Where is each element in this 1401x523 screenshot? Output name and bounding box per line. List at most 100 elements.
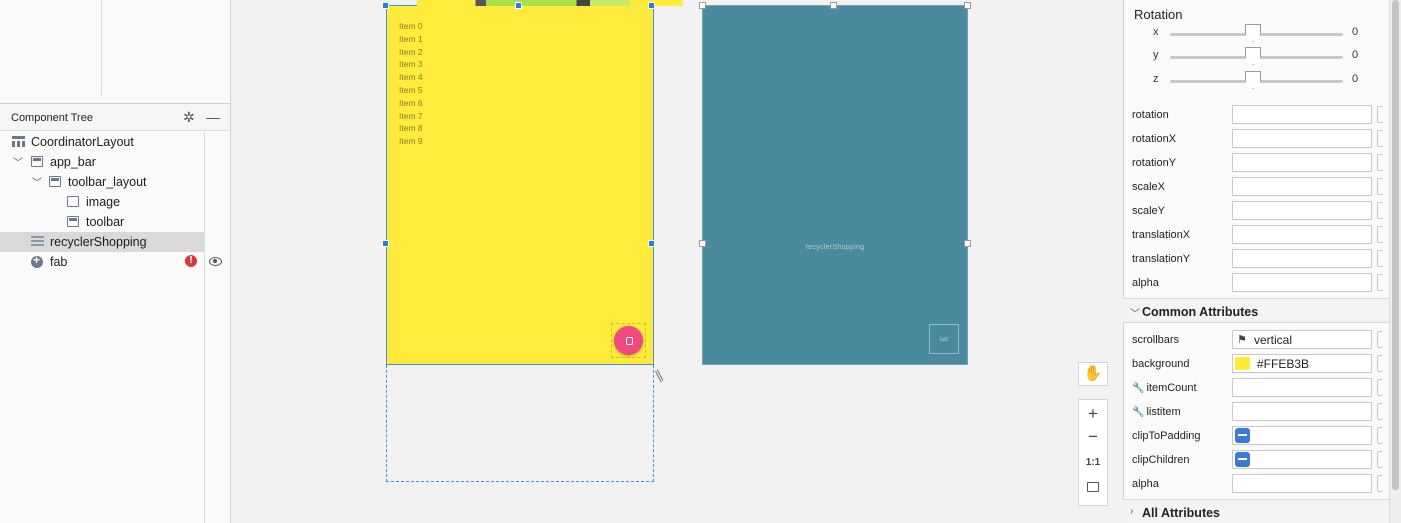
attributes-scroll-thumb[interactable] — [1392, 0, 1399, 490]
slider-axis-label: y — [1153, 49, 1159, 61]
toggle-indeterminate-icon[interactable] — [1235, 428, 1250, 443]
section-title: Common Attributes — [1142, 305, 1259, 319]
slider-thumb[interactable] — [1245, 71, 1261, 89]
wrench-icon: 🔧 — [1132, 407, 1145, 418]
tree-item-recyclershopping[interactable]: recyclerShopping — [0, 232, 204, 252]
prop-resource-picker[interactable] — [1377, 331, 1383, 348]
blueprint-surface[interactable]: recyclerShopping fab — [702, 5, 968, 365]
chevron-down-icon[interactable]: ﹀ — [13, 154, 23, 169]
blueprint-handle-top-left[interactable] — [699, 2, 706, 9]
prop-input[interactable] — [1232, 402, 1372, 421]
scrollbars-dropdown[interactable]: ⚑ vertical — [1232, 330, 1372, 349]
zoom-in-button[interactable]: + — [1079, 404, 1107, 424]
prop-input[interactable] — [1232, 201, 1372, 220]
blueprint-handle-top[interactable] — [830, 2, 837, 9]
eye-icon[interactable] — [209, 257, 222, 266]
prop-label: scrollbars — [1132, 334, 1180, 346]
slider-thumb[interactable] — [1245, 47, 1261, 65]
rotation-x-slider[interactable]: x 0 — [1123, 24, 1389, 44]
prop-resource-picker[interactable] — [1377, 379, 1383, 396]
resize-handle-left[interactable] — [382, 240, 389, 247]
resize-handle-top[interactable] — [515, 2, 522, 9]
blueprint-handle-right[interactable] — [964, 240, 971, 247]
tree-item-image[interactable]: image — [0, 192, 204, 212]
flag-icon: ⚑ — [1237, 334, 1247, 346]
prop-translationy: translationY — [1123, 247, 1389, 271]
blueprint-handle-left[interactable] — [699, 240, 706, 247]
tree-item-toolbar-layout[interactable]: ﹀ toolbar_layout — [0, 172, 204, 192]
prop-resource-picker[interactable] — [1377, 355, 1383, 372]
pan-hand-icon[interactable]: ✋ — [1078, 362, 1108, 386]
blueprint-handle-top-right[interactable] — [964, 2, 971, 9]
prop-label: scaleY — [1132, 205, 1166, 217]
scrollbars-value: vertical — [1254, 333, 1293, 347]
prop-resource-picker[interactable] — [1377, 202, 1383, 219]
prop-resource-picker[interactable] — [1377, 475, 1383, 492]
design-canvas[interactable]: Item 0 Item 1 Item 2 Item 3 Item 4 Item … — [231, 0, 1123, 523]
error-icon[interactable]: ! — [185, 255, 197, 267]
prop-resource-picker[interactable] — [1377, 154, 1383, 171]
fab-button[interactable] — [614, 326, 643, 355]
minimize-icon[interactable]: — — [206, 109, 220, 125]
prop-itemcount: 🔧 itemCount — [1123, 376, 1389, 400]
prop-resource-picker[interactable] — [1377, 427, 1383, 444]
cliptopadding-toggle-field[interactable] — [1232, 426, 1372, 445]
slider-value: 0 — [1352, 49, 1359, 61]
slider-value: 0 — [1352, 26, 1359, 38]
chevron-right-icon[interactable]: › — [1130, 506, 1133, 517]
prop-input[interactable] — [1232, 105, 1372, 124]
chevron-down-icon[interactable]: ﹀ — [1130, 305, 1140, 320]
prop-resource-picker[interactable] — [1377, 178, 1383, 195]
recycler-item-list: Item 0 Item 1 Item 2 Item 3 Item 4 Item … — [399, 20, 423, 148]
prop-input[interactable] — [1232, 129, 1372, 148]
zoom-out-button[interactable]: − — [1079, 427, 1107, 447]
resize-handle-top-right[interactable] — [648, 2, 655, 9]
resize-handle-top-left[interactable] — [382, 2, 389, 9]
prop-resource-picker[interactable] — [1377, 250, 1383, 267]
rotation-z-slider[interactable]: z 0 — [1123, 71, 1389, 91]
background-input[interactable]: #FFEB3B — [1232, 354, 1372, 373]
tree-item-fab[interactable]: fab — [0, 252, 204, 272]
tree-item-toolbar[interactable]: toolbar — [0, 212, 204, 232]
prop-input[interactable] — [1232, 177, 1372, 196]
prop-input[interactable] — [1232, 153, 1372, 172]
chevron-down-icon[interactable]: ﹀ — [32, 174, 42, 189]
tree-item-app-bar[interactable]: ﹀ app_bar — [0, 152, 204, 172]
design-surface-recycler[interactable]: Item 0 Item 1 Item 2 Item 3 Item 4 Item … — [386, 5, 654, 365]
prop-resource-picker[interactable] — [1377, 130, 1383, 147]
prop-input[interactable] — [1232, 249, 1372, 268]
tree-item-coordinatorlayout[interactable]: CoordinatorLayout — [0, 132, 204, 152]
all-attributes-header[interactable]: › All Attributes — [1123, 499, 1389, 523]
tree-item-label: toolbar_layout — [68, 175, 147, 189]
prop-input[interactable] — [1232, 225, 1372, 244]
clipchildren-toggle-field[interactable] — [1232, 450, 1372, 469]
prop-input[interactable] — [1232, 273, 1372, 292]
prop-input[interactable] — [1232, 474, 1372, 493]
common-attributes-header[interactable]: ﹀ Common Attributes — [1123, 298, 1389, 323]
prop-resource-picker[interactable] — [1377, 106, 1383, 123]
section-title: All Attributes — [1142, 506, 1221, 520]
rotation-y-slider[interactable]: y 0 — [1123, 47, 1389, 67]
zoom-controls: + − 1:1 — [1078, 399, 1108, 506]
toggle-indeterminate-icon[interactable] — [1235, 452, 1250, 467]
list-item: Item 7 — [399, 110, 423, 121]
prop-rotationx: rotationX — [1123, 127, 1389, 151]
prop-input[interactable] — [1232, 378, 1372, 397]
app-bar-icon — [31, 156, 43, 167]
prop-resource-picker[interactable] — [1377, 226, 1383, 243]
prop-label: translationX — [1132, 229, 1191, 241]
recycler-view-icon — [31, 236, 44, 247]
prop-resource-picker[interactable] — [1377, 403, 1383, 420]
prop-resource-picker[interactable] — [1377, 451, 1383, 468]
fit-screen-icon[interactable] — [1079, 481, 1107, 495]
prop-scrollbars: scrollbars ⚑ vertical — [1123, 328, 1389, 352]
actual-size-button[interactable]: 1:1 — [1079, 457, 1107, 468]
resize-handle-right[interactable] — [648, 240, 655, 247]
canvas-resize-icon[interactable]: ⫽ — [652, 368, 670, 386]
blueprint-fab[interactable]: fab — [929, 324, 959, 354]
slider-thumb[interactable] — [1245, 24, 1261, 42]
color-swatch[interactable] — [1235, 357, 1250, 370]
gear-icon[interactable]: ✲ — [183, 109, 195, 126]
prop-rotation: rotation — [1123, 103, 1389, 127]
prop-resource-picker[interactable] — [1377, 274, 1383, 291]
